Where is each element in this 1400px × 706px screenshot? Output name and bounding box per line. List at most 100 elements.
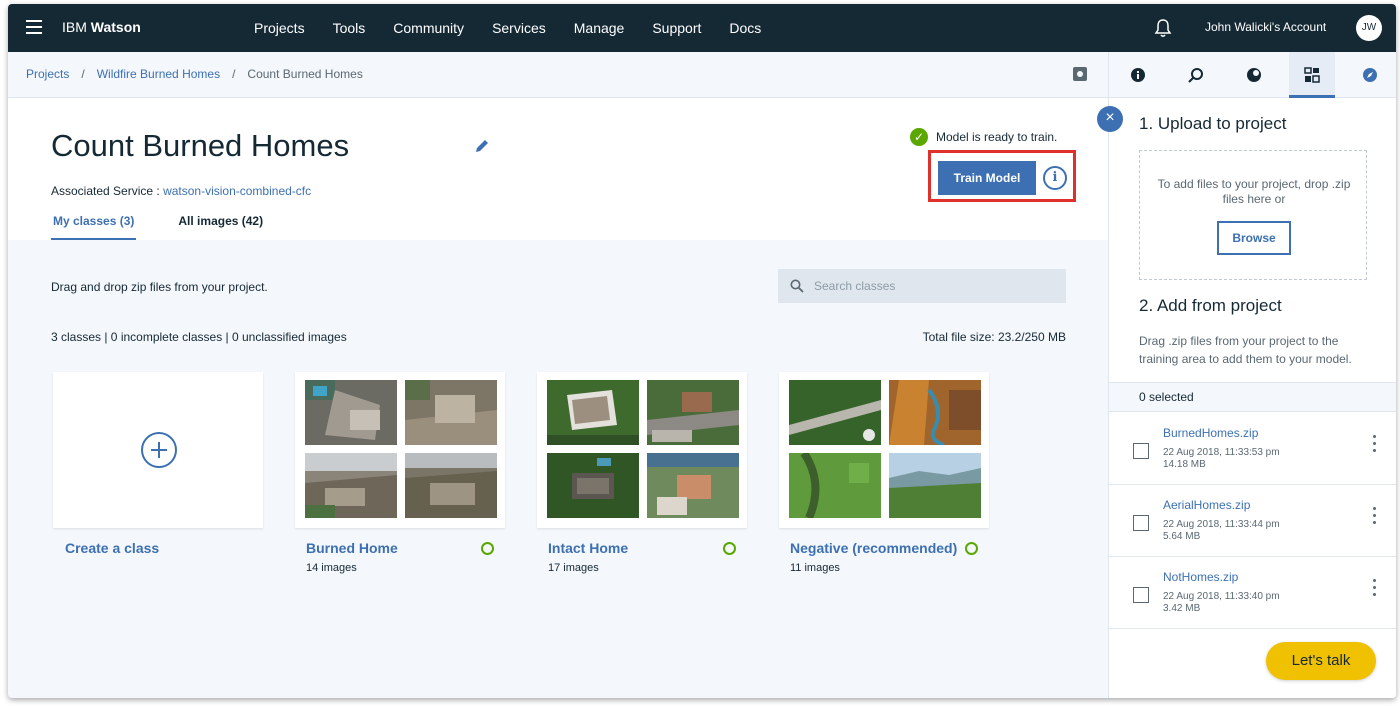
add-from-project-heading: 2. Add from project (1139, 296, 1282, 315)
nav-link-support[interactable]: Support (638, 4, 715, 52)
create-class-link[interactable]: Create a class (65, 540, 159, 556)
class-complete-icon (965, 542, 978, 555)
file-name[interactable]: NotHomes.zip (1163, 570, 1238, 584)
browse-button[interactable]: Browse (1217, 221, 1291, 255)
notification-bell-icon[interactable] (1154, 18, 1172, 38)
app-window: IBM Watson Projects Tools Community Serv… (8, 4, 1396, 698)
brand-logo[interactable]: IBM Watson (62, 19, 141, 35)
breadcrumb-wildfire-project[interactable]: Wildfire Burned Homes (97, 67, 220, 81)
thumbnail-image (547, 453, 639, 518)
breadcrumb-separator: / (81, 67, 85, 81)
thumbnail-image (789, 380, 881, 445)
dropzone-text: To add files to your project, drop .zip … (1157, 177, 1351, 206)
tab-my-classes[interactable]: My classes (3) (51, 214, 137, 240)
class-complete-icon (481, 542, 494, 555)
file-name[interactable]: AerialHomes.zip (1163, 498, 1250, 512)
file-checkbox[interactable] (1133, 515, 1149, 531)
file-list-item[interactable]: NotHomes.zip 22 Aug 2018, 11:33:40 pm 3.… (1109, 557, 1396, 629)
search-field[interactable] (778, 269, 1066, 303)
overflow-menu-icon[interactable] (1373, 507, 1377, 527)
nav-link-manage[interactable]: Manage (560, 4, 639, 52)
overflow-menu-icon[interactable] (1373, 579, 1377, 599)
info-tab[interactable] (1115, 52, 1161, 98)
thumbnail-grid (305, 380, 497, 520)
file-list-item[interactable]: BurnedHomes.zip 22 Aug 2018, 11:33:53 pm… (1109, 413, 1396, 485)
thumbnail-image (547, 380, 639, 445)
class-count-burned-home: 14 images (306, 562, 357, 574)
class-card-intact-home[interactable] (537, 372, 747, 528)
close-panel-icon[interactable]: × (1097, 106, 1123, 132)
model-header: Count Burned Homes Associated Service : … (8, 98, 1108, 240)
drag-instructions: Drag and drop zip files from your projec… (51, 280, 268, 294)
file-dropzone[interactable]: To add files to your project, drop .zip … (1139, 150, 1367, 280)
thumbnail-grid (789, 380, 981, 520)
thumbnail-image (889, 380, 981, 445)
nav-link-projects[interactable]: Projects (240, 4, 319, 52)
thumbnail-image (647, 380, 739, 445)
nav-link-community[interactable]: Community (379, 4, 478, 52)
file-date: 22 Aug 2018, 11:33:44 pm (1163, 519, 1280, 530)
file-checkbox[interactable] (1133, 443, 1149, 459)
class-card-negative[interactable] (779, 372, 989, 528)
breadcrumb-current: Count Burned Homes (247, 67, 363, 81)
breadcrumb: Projects / Wildfire Burned Homes / Count… (26, 67, 363, 81)
total-file-size: Total file size: 23.2/250 MB (922, 330, 1066, 344)
associated-service-label: Associated Service : (51, 184, 164, 198)
class-stats: 3 classes | 0 incomplete classes | 0 unc… (51, 330, 347, 344)
search-input[interactable] (814, 279, 1054, 293)
info-icon[interactable]: i (1043, 166, 1067, 190)
page-title: Count Burned Homes (51, 128, 350, 163)
hamburger-menu-icon[interactable] (26, 20, 42, 34)
right-panel: 1. Upload to project To add files to you… (1108, 52, 1396, 698)
explore-tab[interactable] (1347, 52, 1393, 98)
class-count-negative: 11 images (790, 562, 840, 574)
thumbnail-image (789, 453, 881, 518)
breadcrumb-bar: Projects / Wildfire Burned Homes / Count… (8, 52, 1108, 98)
thumbnail-image (305, 453, 397, 518)
snapshot-icon[interactable] (1073, 67, 1087, 81)
thumbnail-image (405, 380, 497, 445)
breadcrumb-separator: / (232, 67, 236, 81)
class-name-negative[interactable]: Negative (recommended) (790, 540, 957, 556)
overflow-menu-icon[interactable] (1373, 435, 1377, 455)
thumbnail-image (305, 380, 397, 445)
file-size: 3.42 MB (1163, 603, 1201, 614)
file-list-item[interactable]: AerialHomes.zip 22 Aug 2018, 11:33:44 pm… (1109, 485, 1396, 557)
account-switcher[interactable]: John Walicki's Account (1205, 20, 1326, 34)
search-assets-tab[interactable] (1173, 52, 1219, 98)
nav-link-docs[interactable]: Docs (715, 4, 775, 52)
file-size: 14.18 MB (1163, 459, 1206, 470)
thumbnail-image (647, 453, 739, 518)
thumbnail-image (405, 453, 497, 518)
create-class-card[interactable] (53, 372, 263, 528)
thumbnail-image (889, 453, 981, 518)
top-nav: IBM Watson Projects Tools Community Serv… (8, 4, 1396, 52)
tab-all-images[interactable]: All images (42) (178, 214, 263, 240)
palette-tab[interactable] (1231, 52, 1277, 98)
train-model-button[interactable]: Train Model (938, 161, 1036, 195)
find-icon (1188, 68, 1203, 83)
edit-pencil-icon[interactable] (474, 138, 490, 154)
class-name-burned-home[interactable]: Burned Home (306, 540, 398, 556)
class-card-burned-home[interactable] (295, 372, 505, 528)
nav-link-services[interactable]: Services (478, 4, 560, 52)
model-status-text: Model is ready to train. (936, 130, 1058, 144)
file-name[interactable]: BurnedHomes.zip (1163, 426, 1258, 440)
lets-talk-button[interactable]: Let's talk (1266, 642, 1376, 680)
class-tabs: My classes (3) All images (42) (51, 214, 305, 240)
compass-icon (1363, 68, 1377, 82)
associated-service-link[interactable]: watson-vision-combined-cfc (163, 184, 311, 198)
class-name-intact-home[interactable]: Intact Home (548, 540, 628, 556)
file-checkbox[interactable] (1133, 587, 1149, 603)
panel-tabs (1109, 52, 1396, 98)
breadcrumb-projects[interactable]: Projects (26, 67, 69, 81)
avatar[interactable]: JW (1356, 15, 1382, 41)
data-assets-tab[interactable] (1289, 52, 1335, 98)
associated-service: Associated Service : watson-vision-combi… (51, 184, 311, 198)
palette-icon (1247, 68, 1261, 82)
nav-link-tools[interactable]: Tools (319, 4, 380, 52)
class-count-intact-home: 17 images (548, 562, 599, 574)
thumbnail-grid (547, 380, 739, 520)
nav-links: Projects Tools Community Services Manage… (240, 4, 775, 52)
checkmark-icon: ✓ (910, 128, 928, 146)
